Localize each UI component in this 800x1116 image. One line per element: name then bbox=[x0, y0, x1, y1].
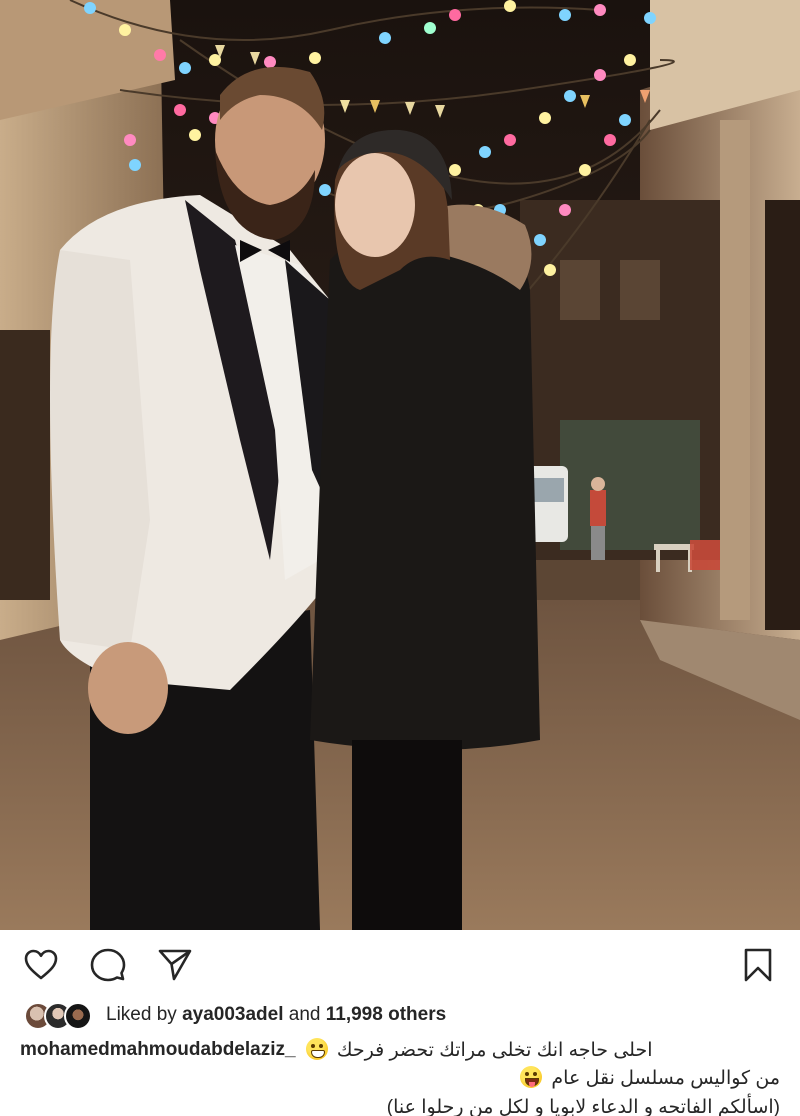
caption-line-2: من كواليس مسلسل نقل عام bbox=[20, 1066, 780, 1096]
grinning-emoji-icon bbox=[305, 1038, 328, 1060]
winking-tongue-emoji-icon bbox=[520, 1066, 543, 1088]
bookmark-icon[interactable] bbox=[740, 947, 776, 983]
likes-others-count[interactable]: 11,998 others bbox=[326, 1004, 446, 1026]
liker-username[interactable]: aya003adel bbox=[182, 1004, 283, 1026]
instagram-post: Liked by aya003adel and 11,998 others mo… bbox=[0, 0, 800, 1116]
likes-summary[interactable]: Liked by aya003adel and 11,998 others bbox=[24, 998, 446, 1032]
action-bar bbox=[0, 930, 800, 996]
caption-line-1: mohamedmahmoudabdelaziz_ احلى حاجه انك ت… bbox=[20, 1034, 780, 1066]
liked-by-label: Liked by bbox=[106, 1004, 177, 1025]
avatar bbox=[64, 1002, 92, 1030]
paper-plane-icon[interactable] bbox=[157, 947, 193, 983]
caption-text-1: احلى حاجه انك تخلى مراتك تحضر فرحك bbox=[302, 1038, 653, 1062]
caption-text-2: من كواليس مسلسل نقل عام bbox=[551, 1068, 780, 1089]
comment-bubble-icon[interactable] bbox=[90, 947, 126, 983]
caption-text-1-value: احلى حاجه انك تخلى مراتك تحضر فرحك bbox=[336, 1040, 653, 1061]
liker-avatars bbox=[24, 1000, 96, 1030]
post-photo[interactable] bbox=[0, 0, 800, 930]
post-photo-illustration bbox=[0, 0, 800, 930]
heart-icon[interactable] bbox=[23, 947, 59, 983]
caption-text-3: (اسألكم الفاتحه و الدعاء لابويا و لكل من… bbox=[386, 1097, 780, 1116]
likes-joiner: and bbox=[288, 1004, 321, 1025]
caption-username[interactable]: mohamedmahmoudabdelaziz_ bbox=[20, 1039, 296, 1061]
caption-line-3: (اسألكم الفاتحه و الدعاء لابويا و لكل من… bbox=[20, 1096, 780, 1116]
